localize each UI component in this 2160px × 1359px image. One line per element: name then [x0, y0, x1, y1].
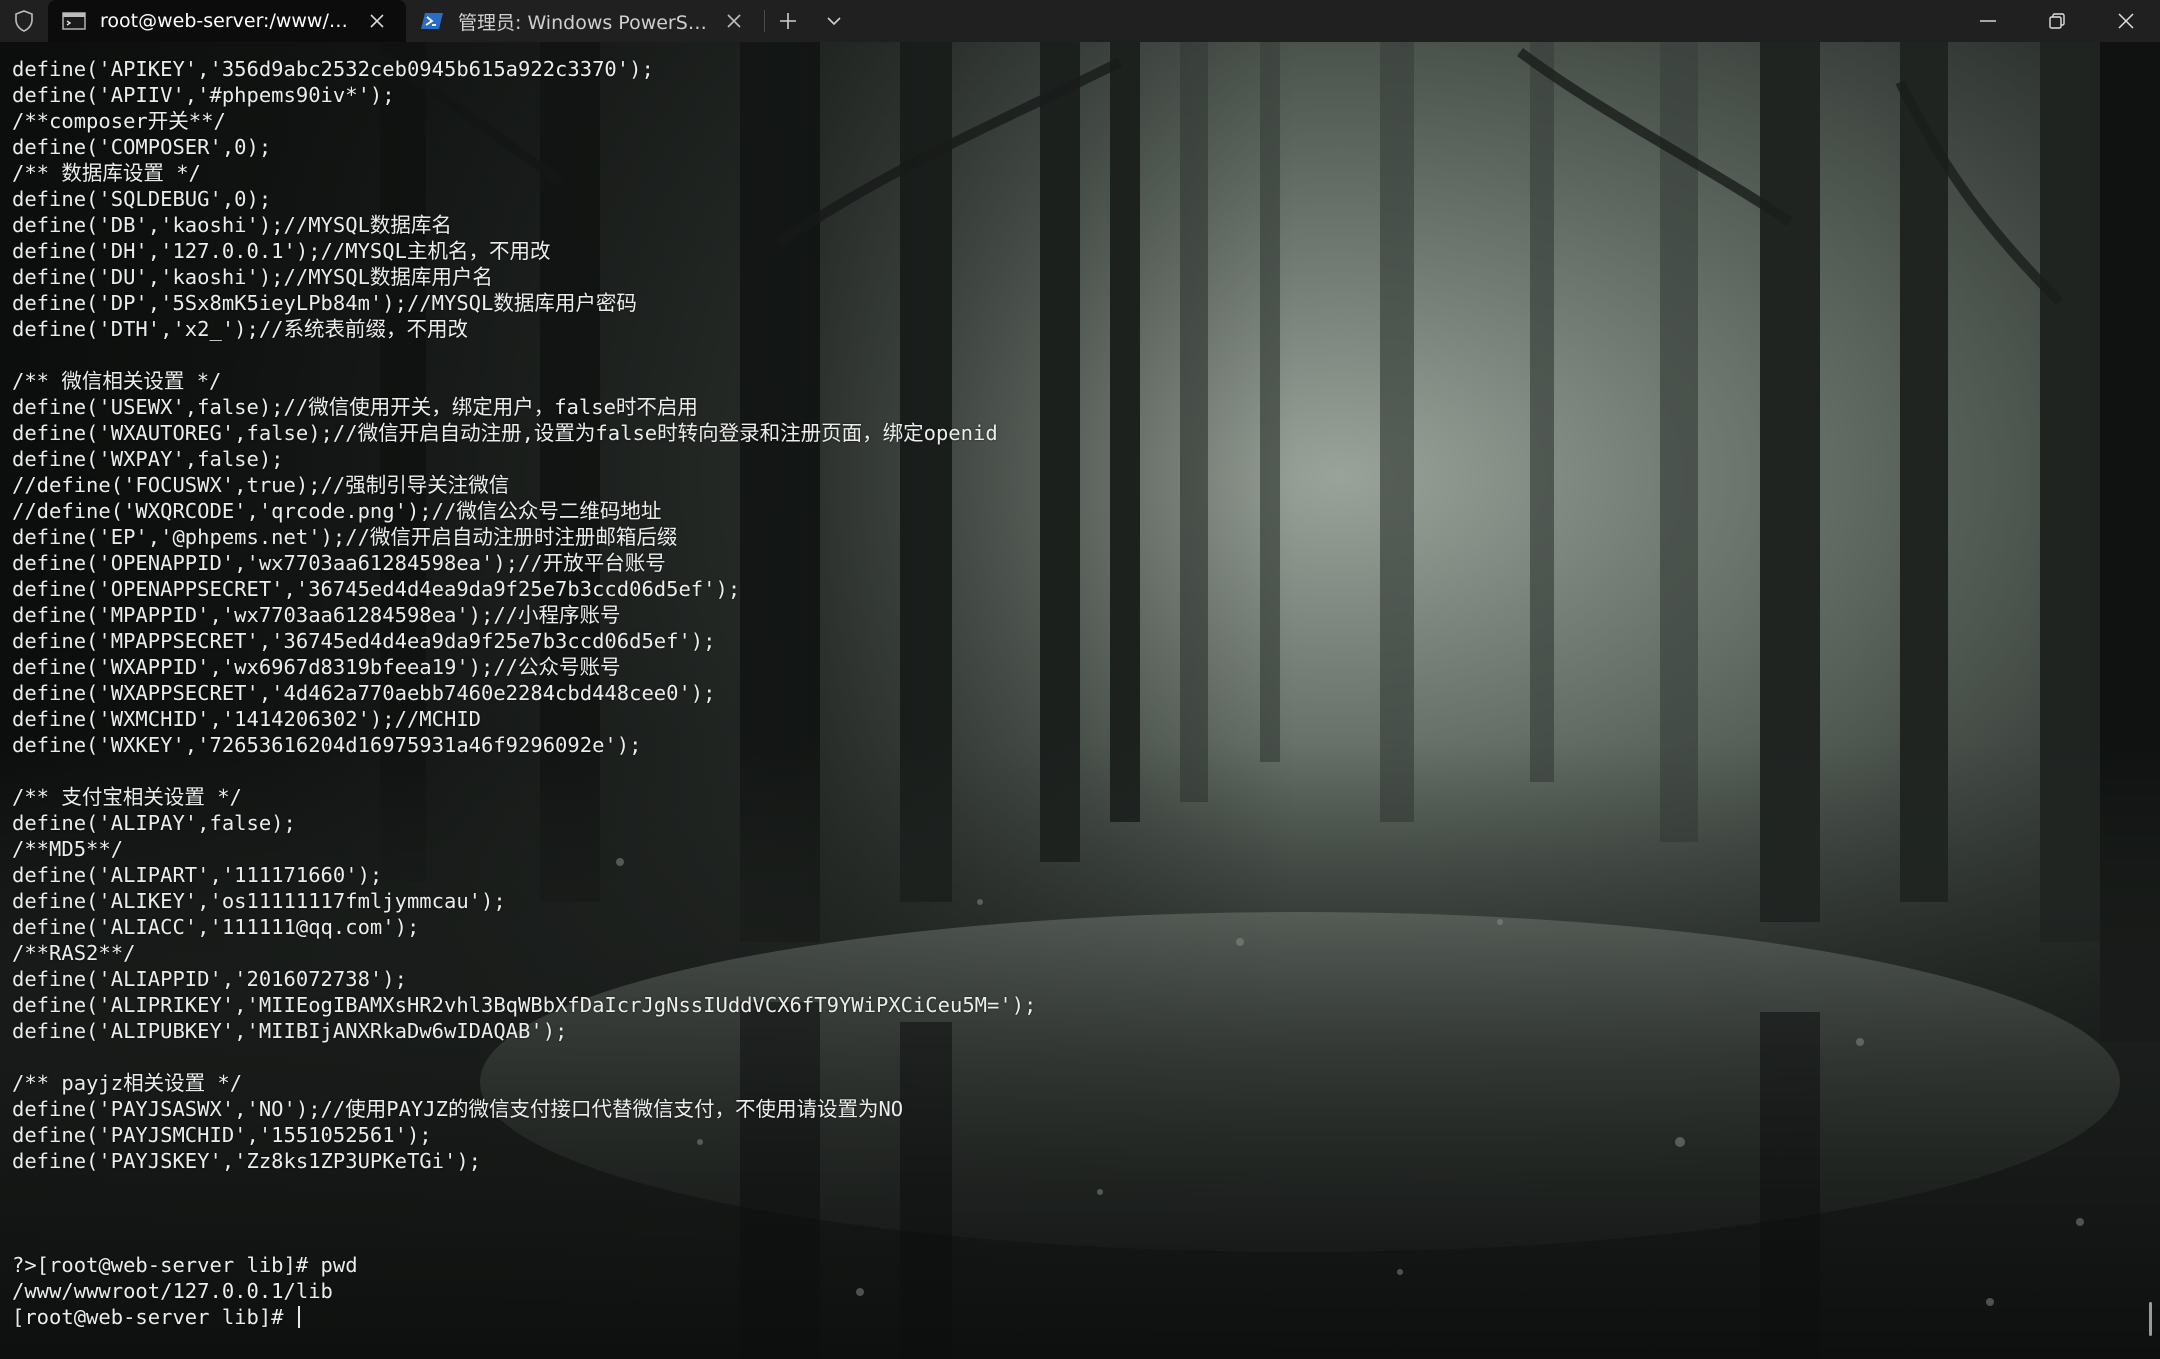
close-icon	[2117, 13, 2134, 29]
terminal-line: define('MPAPPSECRET','36745ed4d4ea9da9f2…	[12, 629, 716, 653]
minimize-icon	[1979, 20, 1996, 22]
terminal-line: define('PAYJSMCHID','1551052561');	[12, 1123, 432, 1147]
terminal-line: define('WXKEY','72653616204d16975931a46f…	[12, 733, 642, 757]
close-tab-icon[interactable]	[721, 7, 748, 35]
terminal-line: define('WXAUTOREG',false);//微信开启自动注册,设置为…	[12, 421, 998, 445]
terminal-line: define('DTH','x2_');//系统表前缀，不用改	[12, 317, 469, 341]
terminal-line: ?>[root@web-server lib]# pwd	[12, 1253, 358, 1277]
terminal-line: define('OPENAPPSECRET','36745ed4d4ea9da9…	[12, 577, 741, 601]
terminal-line: /**RAS2**/	[12, 941, 136, 965]
terminal-line: define('ALIKEY','os11111117fmljymmcau');	[12, 889, 506, 913]
terminal-line: define('APIKEY','356d9abc2532ceb0945b615…	[12, 57, 654, 81]
terminal-line: define('ALIACC','111111@qq.com');	[12, 915, 420, 939]
terminal-line: /** 微信相关设置 */	[12, 369, 222, 393]
terminal-line: define('WXMCHID','1414206302');//MCHID	[12, 707, 481, 731]
tab-strip: root@web-server:/www/www 管理员: Windows Po…	[0, 0, 2160, 42]
terminal-line: /www/wwwroot/127.0.0.1/lib	[12, 1279, 333, 1303]
terminal-line: define('MPAPPID','wx7703aa61284598ea');/…	[12, 603, 621, 627]
terminal-line: define('WXAPPSECRET','4d462a770aebb7460e…	[12, 681, 716, 705]
powershell-icon	[420, 9, 444, 33]
chevron-down-icon	[827, 17, 841, 26]
terminal-line: define('WXAPPID','wx6967d8319bfeea19');/…	[12, 655, 621, 679]
close-tab-icon[interactable]	[364, 7, 390, 35]
terminal-icon	[62, 9, 86, 33]
terminal-line: //define('WXQRCODE','qrcode.png');//微信公众…	[12, 499, 662, 523]
terminal-line: /** 数据库设置 */	[12, 161, 201, 185]
terminal-line: /**composer开关**/	[12, 109, 226, 133]
terminal-line: define('EP','@phpems.net');//微信开启自动注册时注册…	[12, 525, 678, 549]
tab-powershell[interactable]: 管理员: Windows PowerShell	[406, 0, 764, 42]
terminal-line: define('ALIPAY',false);	[12, 811, 296, 835]
tab-label: root@web-server:/www/www	[100, 10, 356, 32]
tab-dropdown-button[interactable]	[811, 0, 857, 42]
terminal-line: define('DH','127.0.0.1');//MYSQL主机名，不用改	[12, 239, 551, 263]
new-tab-button[interactable]	[765, 0, 811, 42]
drag-region[interactable]	[857, 0, 1953, 42]
minimize-button[interactable]	[1953, 0, 2022, 42]
terminal-line: define('DB','kaoshi');//MYSQL数据库名	[12, 213, 452, 237]
restore-button[interactable]	[2022, 0, 2091, 42]
terminal-pane[interactable]: define('APIKEY','356d9abc2532ceb0945b615…	[0, 42, 2160, 1359]
terminal-line: define('DU','kaoshi');//MYSQL数据库用户名	[12, 265, 493, 289]
terminal-line: define('COMPOSER',0);	[12, 135, 272, 159]
close-window-button[interactable]	[2091, 0, 2160, 42]
terminal-line: define('ALIPUBKEY','MIIBIjANXRkaDw6wIDAQ…	[12, 1019, 568, 1043]
terminal-window: root@web-server:/www/www 管理员: Windows Po…	[0, 0, 2160, 1359]
tab-ssh-session[interactable]: root@web-server:/www/www	[48, 0, 406, 42]
terminal-line: define('ALIPART','111171660');	[12, 863, 383, 887]
terminal-line: define('ALIPRIKEY','MIIEogIBAMXsHR2vhl3B…	[12, 993, 1037, 1017]
terminal-line: /** payjz相关设置 */	[12, 1071, 243, 1095]
terminal-output: define('APIKEY','356d9abc2532ceb0945b615…	[12, 56, 2120, 1330]
terminal-line: define('DP','5Sx8mK5ieyLPb84m');//MYSQL数…	[12, 291, 637, 315]
terminal-line: define('APIIV','#phpems90iv*');	[12, 83, 395, 107]
tab-label: 管理员: Windows PowerShell	[458, 11, 713, 34]
terminal-line: define('OPENAPPID','wx7703aa61284598ea')…	[12, 551, 666, 575]
terminal-line: define('ALIAPPID','2016072738');	[12, 967, 407, 991]
terminal-line: define('SQLDEBUG',0);	[12, 187, 272, 211]
terminal-line: define('WXPAY',false);	[12, 447, 284, 471]
shield-icon[interactable]	[0, 0, 48, 42]
prompt-line[interactable]: [root@web-server lib]#	[12, 1304, 2120, 1330]
terminal-line: define('PAYJSASWX','NO');//使用PAYJZ的微信支付接…	[12, 1097, 904, 1121]
terminal-line: define('PAYJSKEY','Zz8ks1ZP3UPKeTGi');	[12, 1149, 481, 1173]
scrollbar-thumb[interactable]	[2149, 1302, 2152, 1336]
shell-prompt: [root@web-server lib]#	[12, 1305, 296, 1329]
plus-icon	[780, 13, 796, 29]
terminal-line: define('USEWX',false);//微信使用开关，绑定用户，fals…	[12, 395, 698, 419]
restore-icon	[2048, 13, 2065, 29]
terminal-line: /** 支付宝相关设置 */	[12, 785, 242, 809]
text-cursor	[297, 1306, 300, 1328]
terminal-line: //define('FOCUSWX',true);//强制引导关注微信	[12, 473, 510, 497]
terminal-line: /**MD5**/	[12, 837, 124, 861]
